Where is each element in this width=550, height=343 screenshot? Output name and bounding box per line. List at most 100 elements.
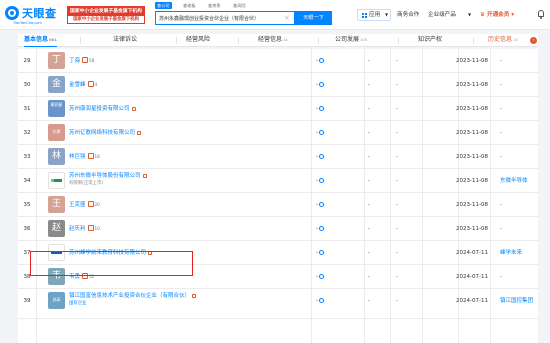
promo-line-1: 国家中小企业发展子基金旗下机构 — [68, 7, 144, 16]
shareholder-name[interactable]: 镇江国富信息技术产业投资合伙企业（有限合伙） 国有企业 — [69, 289, 197, 313]
row-index: 29 — [23, 58, 31, 64]
clear-icon[interactable]: × — [284, 13, 290, 23]
relation-count-badge[interactable]: 58 — [82, 49, 94, 73]
tab-history[interactable]: 历史信息15 — [488, 34, 518, 47]
cell-dash: - — [316, 121, 324, 145]
tab-label: 经营风险 — [186, 36, 211, 43]
info-icon[interactable] — [319, 106, 324, 111]
avatar[interactable]: 金 — [48, 76, 65, 93]
nav-business[interactable]: 商务合作 — [397, 10, 419, 20]
info-icon[interactable] — [319, 130, 324, 135]
shareholder-name[interactable]: 王克盛 20 — [69, 193, 100, 217]
search-tab-company[interactable]: 查公司 — [155, 2, 172, 9]
shareholder-name[interactable]: 苏州亿歌网络科技有限公司 — [69, 121, 142, 145]
listing-status: 有限制(正常上市) — [69, 181, 104, 186]
avatar[interactable]: 丁 — [48, 52, 65, 69]
search-input[interactable] — [159, 12, 279, 24]
info-icon[interactable] — [319, 58, 324, 63]
date-cell: 2023-11-08 — [456, 82, 488, 88]
row-index: 32 — [23, 130, 31, 136]
brand-link[interactable]: 东微半导体 — [500, 169, 544, 193]
relation-count-badge[interactable]: 4 — [88, 73, 98, 97]
shareholder-name[interactable]: 金雪峰 4 — [69, 73, 97, 97]
promo-banner[interactable]: 国家中小企业发展子基金旗下机构 国家中小企业发展子基金旗下机构 — [67, 6, 145, 24]
info-icon[interactable] — [319, 82, 324, 87]
search-tab-risk[interactable]: 查风险 — [231, 2, 248, 9]
company-logo-icon[interactable] — [48, 172, 65, 189]
report-icon[interactable] — [137, 130, 142, 135]
cell-dash: - — [316, 265, 324, 289]
avatar[interactable]: 王 — [48, 196, 65, 213]
app-menu-label: 应用 — [369, 12, 381, 18]
cell-dash: - — [396, 82, 398, 88]
row-index: 39 — [23, 298, 31, 304]
table-row: 31 康润星 苏州康润星投资有限公司 - - - 2023-11-08 - — [18, 97, 538, 121]
grid-icon — [362, 13, 367, 18]
tab-divider — [176, 37, 177, 44]
search-tab-relation[interactable]: 查关系 — [206, 2, 223, 9]
chevron-down-icon: ▼ — [385, 12, 389, 17]
tab-risk[interactable]: 经营风险 — [186, 34, 210, 47]
logo-name: 天眼查 — [22, 7, 57, 20]
bell-icon[interactable] — [537, 10, 545, 19]
brand-cell: - — [500, 226, 502, 232]
section-tabs: 基本信息681 法律诉讼 经营风险 经营信息14 公司发展105 知识产权 历史… — [18, 34, 538, 47]
brand-link[interactable]: 镇江国控集团 — [500, 289, 544, 313]
tab-divider — [473, 37, 474, 44]
site-logo[interactable]: 天眼查 TianYanCha.com — [5, 5, 65, 25]
tab-development[interactable]: 公司发展105 — [335, 34, 367, 47]
tab-operation[interactable]: 经营信息14 — [258, 34, 288, 47]
shareholder-name[interactable]: 丁海 58 — [69, 49, 94, 73]
row-index: 35 — [23, 202, 31, 208]
info-icon[interactable] — [319, 154, 324, 159]
name-text: 金雪峰 — [69, 82, 86, 88]
tab-legal[interactable]: 法律诉讼 — [113, 34, 137, 47]
avatar[interactable]: 康润星 — [48, 100, 65, 117]
vip-link[interactable]: ♛ 开通会员 ▾ — [480, 10, 514, 20]
tab-basic-info[interactable]: 基本信息681 — [24, 34, 57, 47]
cell-dash: - — [316, 289, 324, 313]
search-button[interactable]: 天眼一下 — [295, 11, 332, 25]
tab-label: 法律诉讼 — [113, 36, 138, 43]
name-text: 赵庆利 — [69, 226, 86, 232]
nav-enterprise[interactable]: 企业级产品 — [428, 10, 456, 20]
cell-dash: - — [368, 82, 370, 88]
cell-dash: - — [396, 106, 398, 112]
info-icon[interactable] — [319, 178, 324, 183]
info-icon[interactable] — [319, 250, 324, 255]
brand-link[interactable]: 峰学未来 — [500, 241, 544, 265]
row-index: 30 — [23, 82, 31, 88]
shareholder-name[interactable]: 苏州康润星投资有限公司 — [69, 97, 136, 121]
search-tab-boss[interactable]: 查老板 — [181, 2, 198, 9]
name-text: 苏州康润星投资有限公司 — [69, 106, 130, 112]
app-menu-button[interactable]: 应用 ▼ — [357, 9, 391, 21]
tab-count: 14 — [283, 37, 288, 42]
relation-count-badge[interactable]: 10 — [88, 217, 100, 241]
relation-count-badge[interactable]: 20 — [88, 193, 100, 217]
avatar[interactable]: 赵 — [48, 220, 65, 237]
shareholder-name[interactable]: 赵庆利 10 — [69, 217, 100, 241]
shareholder-name[interactable]: 苏州东微半导体股份有限公司 有限制(正常上市) — [69, 169, 147, 193]
table-row: 30 金 金雪峰 4 - - - 2023-11-08 - — [18, 73, 538, 97]
name-text: 王克盛 — [69, 202, 86, 208]
relation-count-badge[interactable]: 18 — [88, 145, 100, 169]
shareholder-name[interactable]: 林巨强 18 — [69, 145, 100, 169]
report-icon[interactable] — [192, 293, 197, 298]
info-icon[interactable] — [319, 274, 324, 279]
avatar[interactable]: 林 — [48, 148, 65, 165]
report-icon[interactable] — [142, 173, 147, 178]
tab-divider — [80, 37, 81, 44]
avatar[interactable]: 苏高 — [48, 292, 65, 309]
date-cell: 2024-07-11 — [456, 274, 488, 280]
info-icon[interactable] — [319, 202, 324, 207]
tab-ip[interactable]: 知识产权 — [418, 34, 442, 47]
dash-text: - — [316, 82, 318, 88]
vip-label: 开通会员 — [486, 12, 510, 18]
date-cell: 2023-11-08 — [456, 58, 488, 64]
info-icon[interactable] — [319, 298, 324, 303]
avatar[interactable]: 亿歌 — [48, 124, 65, 141]
report-icon[interactable] — [131, 106, 136, 111]
info-icon[interactable] — [319, 226, 324, 231]
more-icon[interactable]: › — [530, 37, 537, 44]
cell-dash: - — [396, 130, 398, 136]
